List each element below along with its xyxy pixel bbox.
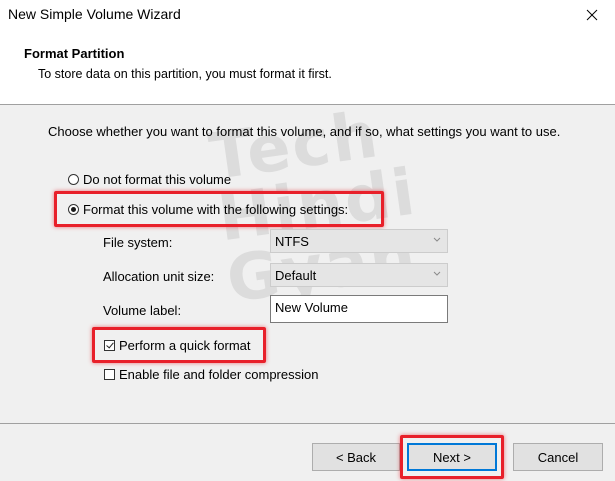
chevron-down-icon: [433, 271, 441, 276]
compression-label: Enable file and folder compression: [119, 367, 319, 382]
radio-no-format-indicator[interactable]: [68, 174, 79, 185]
watermark-line-1: Tech: [205, 98, 384, 196]
radio-format[interactable]: Format this volume with the following se…: [68, 202, 348, 217]
intro-text: Choose whether you want to format this v…: [48, 124, 561, 139]
radio-format-label: Format this volume with the following se…: [83, 202, 349, 217]
wizard-footer: < Back Next > Cancel: [0, 424, 615, 481]
compression-check-indicator[interactable]: [104, 369, 115, 380]
next-button[interactable]: Next >: [407, 443, 497, 471]
wizard-body: Tech Hindi Gyan Choose whether you want …: [0, 98, 615, 423]
volume-label-label: Volume label:: [103, 303, 182, 318]
quick-format-label: Perform a quick format: [119, 338, 251, 353]
cancel-button[interactable]: Cancel: [513, 443, 603, 471]
quick-format-checkbox[interactable]: Perform a quick format: [104, 338, 251, 353]
page-title: Format Partition: [24, 46, 125, 61]
quick-format-check-indicator[interactable]: [104, 340, 115, 351]
file-system-select[interactable]: NTFS: [270, 229, 448, 253]
radio-no-format[interactable]: Do not format this volume: [68, 172, 231, 187]
allocation-label: Allocation unit size:: [103, 269, 215, 284]
close-button[interactable]: [569, 0, 615, 30]
page-subtitle: To store data on this partition, you mus…: [38, 67, 332, 81]
radio-format-indicator[interactable]: [68, 204, 79, 215]
file-system-value: NTFS: [275, 233, 309, 249]
close-icon: [586, 9, 598, 21]
volume-label-input[interactable]: New Volume: [270, 295, 448, 323]
title-bar: New Simple Volume Wizard: [0, 0, 615, 30]
wizard-header: Format Partition To store data on this p…: [0, 30, 615, 105]
window-title: New Simple Volume Wizard: [8, 6, 181, 22]
compression-checkbox[interactable]: Enable file and folder compression: [104, 367, 318, 382]
file-system-label: File system:: [103, 235, 173, 250]
wizard-window: New Simple Volume Wizard Format Partitio…: [0, 0, 615, 481]
chevron-down-icon: [433, 237, 441, 242]
allocation-value: Default: [275, 267, 317, 283]
radio-no-format-label: Do not format this volume: [83, 172, 232, 187]
allocation-select[interactable]: Default: [270, 263, 448, 287]
back-button[interactable]: < Back: [312, 443, 400, 471]
volume-label-value: New Volume: [275, 300, 348, 315]
